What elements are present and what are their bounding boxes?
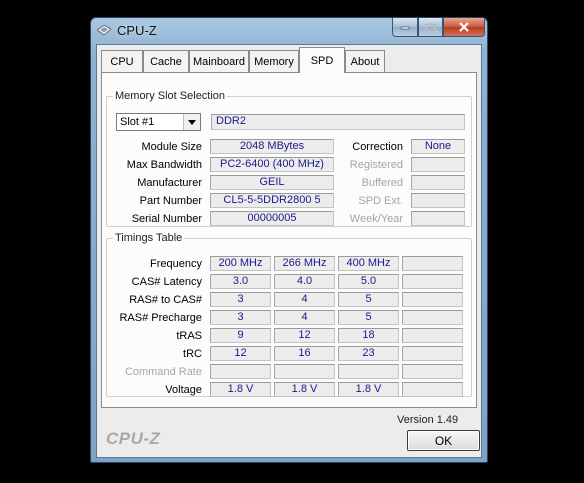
trc-col2: 16	[274, 346, 335, 361]
tab-memory[interactable]: Memory	[249, 50, 299, 72]
correction-value: None	[411, 139, 465, 154]
buffered-label: Buffered	[361, 177, 403, 189]
registered-value	[411, 157, 465, 172]
tab-about[interactable]: About	[345, 50, 385, 72]
memory-slot-group: Memory Slot Selection Slot #1 DDR2 Modul…	[106, 90, 472, 227]
slot-select[interactable]: Slot #1	[116, 113, 201, 131]
voltage-col1: 1.8 V	[210, 382, 271, 397]
frequency-label: Frequency	[150, 258, 202, 270]
tras-col1: 9	[210, 328, 271, 343]
frequency-col3: 400 MHz	[338, 256, 399, 271]
cpuz-app-icon	[97, 25, 111, 35]
maximize-icon	[425, 22, 436, 32]
ras-to-cas-col4	[402, 292, 463, 307]
cas-latency-label: CAS# Latency	[131, 276, 202, 288]
window-title: CPU-Z	[117, 23, 157, 38]
ras-precharge-col1: 3	[210, 310, 271, 325]
trc-col4	[402, 346, 463, 361]
correction-label: Correction	[352, 141, 403, 153]
max-bandwidth-value: PC2-6400 (400 MHz)	[210, 157, 334, 172]
tab-mainboard[interactable]: Mainboard	[189, 50, 249, 72]
memory-slot-legend: Memory Slot Selection	[115, 90, 226, 102]
ras-precharge-col2: 4	[274, 310, 335, 325]
tras-label: tRAS	[176, 330, 202, 342]
week-year-label: Week/Year	[349, 213, 403, 225]
minimize-icon	[400, 26, 410, 30]
minimize-button[interactable]	[392, 18, 418, 37]
spd-panel: Memory Slot Selection Slot #1 DDR2 Modul…	[101, 72, 477, 408]
ras-to-cas-col2: 4	[274, 292, 335, 307]
command-rate-col3	[338, 364, 399, 379]
frequency-col2: 266 MHz	[274, 256, 335, 271]
spd-ext-label: SPD Ext.	[358, 195, 403, 207]
close-icon	[459, 22, 469, 32]
close-button[interactable]	[443, 18, 485, 37]
voltage-col4	[402, 382, 463, 397]
dropdown-arrow-icon	[183, 114, 200, 130]
serial-number-value: 00000005	[210, 211, 334, 226]
registered-label: Registered	[349, 159, 403, 171]
voltage-col2: 1.8 V	[274, 382, 335, 397]
trc-col3: 23	[338, 346, 399, 361]
cas-latency-col4	[402, 274, 463, 289]
ras-precharge-col4	[402, 310, 463, 325]
cpuz-window: CPU-Z CPU Cache Mainboard Memory SPD Abo…	[90, 17, 488, 463]
frequency-col1: 200 MHz	[210, 256, 271, 271]
timings-legend: Timings Table	[115, 232, 183, 244]
module-size-label: Module Size	[141, 141, 202, 153]
cas-latency-col2: 4.0	[274, 274, 335, 289]
ras-precharge-col3: 5	[338, 310, 399, 325]
tras-col3: 18	[338, 328, 399, 343]
maximize-button[interactable]	[418, 18, 443, 37]
part-number-label: Part Number	[139, 195, 202, 207]
tab-cpu[interactable]: CPU	[101, 50, 143, 72]
command-rate-label: Command Rate	[124, 366, 202, 378]
trc-label: tRC	[183, 348, 202, 360]
module-size-value: 2048 MBytes	[210, 139, 334, 154]
spd-ext-value	[411, 193, 465, 208]
cas-latency-col3: 5.0	[338, 274, 399, 289]
ras-precharge-label: RAS# Precharge	[119, 312, 202, 324]
ras-to-cas-col1: 3	[210, 292, 271, 307]
tab-cache[interactable]: Cache	[143, 50, 189, 72]
timings-group: Timings Table Frequency 200 MHz 266 MHz …	[106, 232, 472, 397]
ok-button[interactable]: OK	[407, 430, 480, 451]
voltage-label: Voltage	[165, 384, 202, 396]
buffered-value	[411, 175, 465, 190]
tab-spd[interactable]: SPD	[299, 47, 345, 73]
manufacturer-value: GEIL	[210, 175, 334, 190]
command-rate-col1	[210, 364, 271, 379]
voltage-col3: 1.8 V	[338, 382, 399, 397]
cpuz-brand-logo: CPU-Z	[106, 429, 161, 448]
tras-col4	[402, 328, 463, 343]
manufacturer-label: Manufacturer	[137, 177, 202, 189]
max-bandwidth-label: Max Bandwidth	[126, 159, 202, 171]
tras-col2: 12	[274, 328, 335, 343]
frequency-col4	[402, 256, 463, 271]
ras-to-cas-col3: 5	[338, 292, 399, 307]
memory-type-field: DDR2	[211, 114, 465, 130]
version-label: Version 1.49	[397, 414, 459, 426]
trc-col1: 12	[210, 346, 271, 361]
ras-to-cas-label: RAS# to CAS#	[129, 294, 202, 306]
cas-latency-col1: 3.0	[210, 274, 271, 289]
client-area: CPU Cache Mainboard Memory SPD About Mem…	[96, 44, 482, 458]
command-rate-col4	[402, 364, 463, 379]
part-number-value: CL5-5-5DDR2800 5	[210, 193, 334, 208]
command-rate-col2	[274, 364, 335, 379]
slot-select-value: Slot #1	[120, 116, 155, 128]
week-year-value	[411, 211, 465, 226]
serial-number-label: Serial Number	[131, 213, 202, 225]
